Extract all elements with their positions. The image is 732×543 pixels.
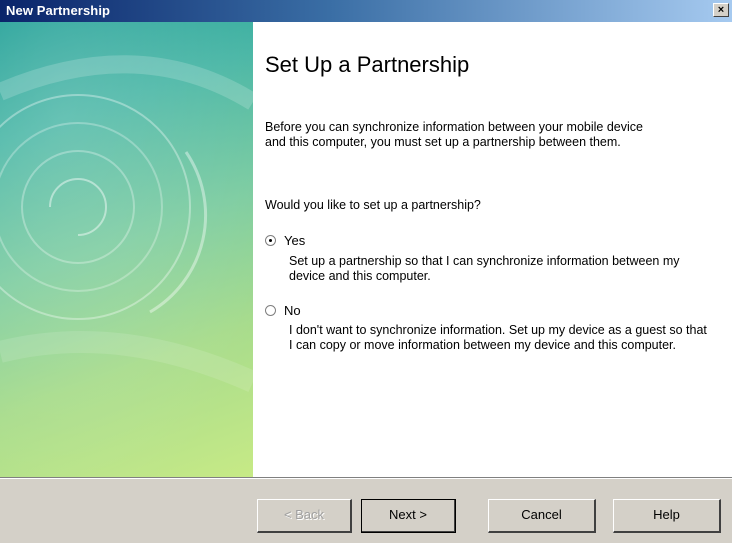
question-text: Would you like to set up a partnership?: [265, 198, 481, 212]
button-bar-divider: [0, 477, 732, 479]
window-title: New Partnership: [6, 3, 111, 18]
next-button[interactable]: Next >: [361, 499, 456, 533]
swirl-graphic-icon: [0, 22, 253, 477]
help-button[interactable]: Help: [613, 499, 721, 533]
back-button[interactable]: < Back: [257, 499, 352, 533]
new-partnership-dialog: New Partnership × Set Up a Partnership B…: [0, 0, 732, 543]
no-description: I don't want to synchronize information.…: [289, 323, 707, 352]
yes-description: Set up a partnership so that I can synch…: [289, 254, 680, 283]
wizard-side-art: [0, 22, 253, 477]
intro-text: Before you can synchronize information b…: [265, 120, 643, 149]
no-radio-option[interactable]: No: [265, 302, 301, 318]
yes-radio-label[interactable]: Yes: [284, 233, 305, 248]
close-button[interactable]: ×: [713, 3, 729, 17]
cancel-button[interactable]: Cancel: [488, 499, 596, 533]
page-title: Set Up a Partnership: [265, 52, 470, 77]
wizard-content: Set Up a Partnership Before you can sync…: [253, 22, 732, 477]
close-icon: ×: [717, 4, 725, 16]
no-radio-label[interactable]: No: [284, 303, 301, 318]
yes-radio-option[interactable]: Yes: [265, 232, 305, 248]
no-radio-button[interactable]: [265, 304, 276, 316]
title-bar[interactable]: New Partnership ×: [0, 0, 732, 22]
yes-radio-button[interactable]: [265, 234, 276, 246]
